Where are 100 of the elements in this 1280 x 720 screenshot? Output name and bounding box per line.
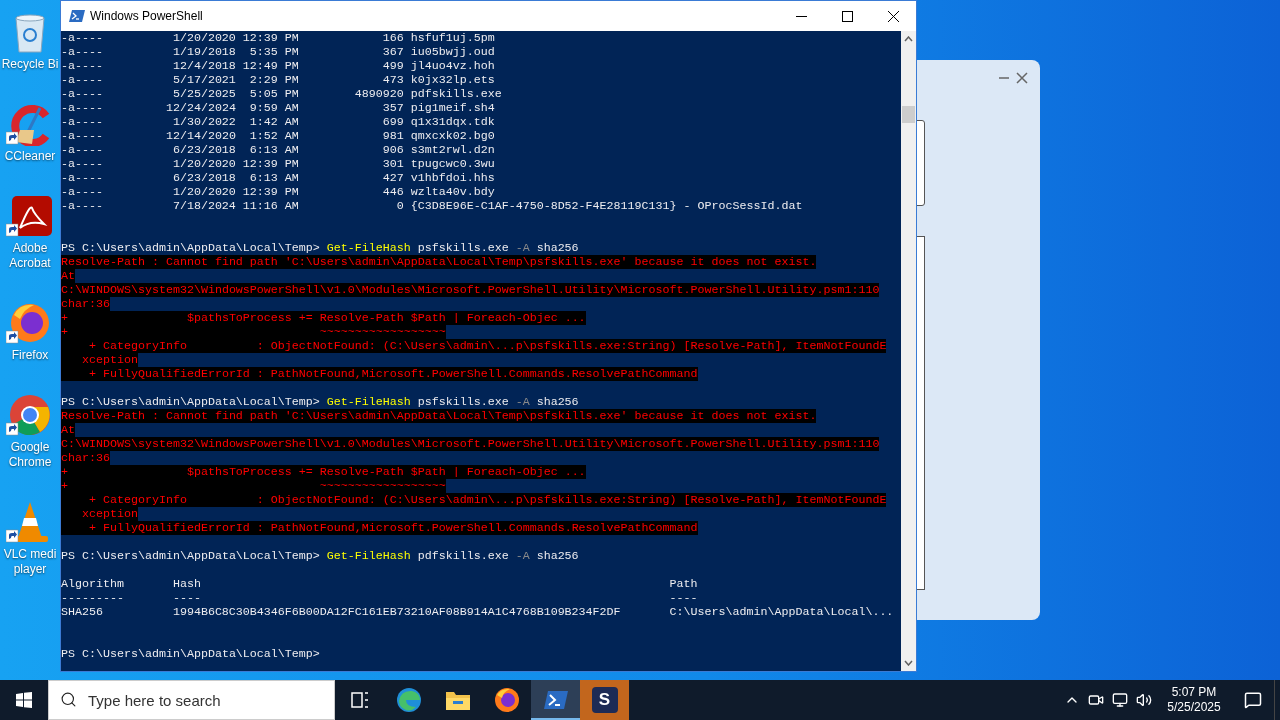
command-name: Get-FileHash [326,549,411,563]
file-size: 301 [382,157,404,171]
file-time: 1:42 AM [249,115,299,129]
argument-text: pdfskills.exe [417,549,509,563]
pdf-icon[interactable] [6,194,54,238]
argument-text: sha256 [536,241,579,255]
scroll-up-icon[interactable] [904,36,913,42]
file-date: 1/20/2020 [172,185,236,199]
file-time: 12:39 PM [242,157,299,171]
file-mode: -a---- [61,101,103,115]
table-cell: 1994B6C8C30B4346F6B00DA12FC161EB73210AF08B914A1C4768B109B234F2DF [172,605,621,619]
file-mode: -a---- [61,143,103,157]
file-date: 5/17/2021 [172,73,236,87]
file-time: 5:05 PM [249,87,299,101]
camera-icon[interactable] [1088,692,1104,708]
command-name: Get-FileHash [326,395,411,409]
file-mode: -a---- [61,73,103,87]
file-size: 981 [382,129,404,143]
scroll-down-icon[interactable] [904,660,913,666]
file-size: 699 [382,115,404,129]
file-size: 166 [382,31,404,45]
error-text: + $pathsToProcess += Resolve-Path $Path | Foreach-Objec ... [61,311,586,325]
table-cell: Hash [172,577,201,591]
file-name: hsfuf1uj.5pm [410,31,495,45]
desktop-icon-label: Adobe Acrobat [8,241,52,271]
argument-text: sha256 [536,549,579,563]
table-cell: Algorithm [61,577,124,591]
file-name: iu05bwjj.oud [410,45,495,59]
window-title: Windows PowerShell [90,8,203,25]
table-cell: --------- [61,591,124,605]
scrollbar[interactable] [901,31,916,671]
task-view-icon [349,691,370,709]
windows-logo-icon [16,692,32,708]
file-date: 1/30/2022 [172,115,236,129]
error-text: + CategoryInfo : ObjectNotFound: (C:\Users\admin\...p\psfskills.exe:String) [Resolve-Path], ItemNotFoundE [61,339,887,353]
close-icon[interactable] [1016,72,1028,84]
file-time: 9:59 AM [249,101,299,115]
search-field[interactable]: Type here to search [48,680,335,720]
volume-icon[interactable] [1136,692,1152,708]
desktop-icon-label: CCleaner [3,149,57,164]
file-size: 906 [382,143,404,157]
file-date: 1/20/2020 [172,31,236,45]
file-name: v1hbfdoi.hhs [410,171,495,185]
maximize-icon [841,10,853,22]
file-name: qmxcxk02.bg0 [410,129,495,143]
file-date: 5/25/2025 [172,87,236,101]
file-time: 5:35 PM [249,45,299,59]
parameter-text: -A [515,395,530,409]
parameter-text: -A [515,241,530,255]
file-time: 1:52 AM [249,129,299,143]
file-mode: -a---- [61,171,103,185]
desktop-icon-label: VLC medi player [2,547,58,577]
error-text: + ~~~~~~~~~~~~~~~~~~ [61,479,446,493]
error-text: + $pathsToProcess += Resolve-Path $Path | Foreach-Objec ... [61,465,586,479]
file-name: {C3D8E96E-C1AF-4750-8D52-F4E28119C131} - OProcSessId.dat [410,199,803,213]
network-icon[interactable] [1112,692,1128,708]
table-cell: ---- [172,591,201,605]
file-name: s3mt2rwl.d2n [410,143,495,157]
argument-text: psfskills.exe [417,241,509,255]
file-date: 12/4/2018 [172,59,236,73]
error-text: char:36 [61,451,110,465]
table-cell: ---- [669,591,698,605]
error-text: Resolve-Path : Cannot find path 'C:\Users\admin\AppData\Local\Temp\psfskills.exe' because it does not exist. [61,255,817,269]
file-name: q1x31dqx.tdk [410,115,495,129]
file-time: 2:29 PM [249,73,299,87]
search-icon [60,691,77,708]
file-mode: -a---- [61,45,103,59]
file-date: 6/23/2018 [172,143,236,157]
file-mode: -a---- [61,87,103,101]
file-date: 1/20/2020 [172,157,236,171]
powershell-icon [69,9,85,23]
file-date: 6/23/2018 [172,171,236,185]
file-size: 473 [382,73,404,87]
error-text: C:\WINDOWS\system32\WindowsPowerShell\v1.0\Modules\Microsoft.PowerShell.Utility\Microsoft.PowerShell.Utility.psm1:110 [61,283,880,297]
file-date: 1/19/2018 [172,45,236,59]
notification-icon[interactable] [1244,691,1262,709]
file-size: 446 [382,185,404,199]
file-mode: -a---- [61,59,103,73]
taskbar-app-button[interactable]: S [580,680,629,720]
file-mode: -a---- [61,199,103,213]
file-date: 12/24/2024 [165,101,236,115]
clock[interactable]: 5:07 PM 5/25/2025 [1156,680,1232,720]
table-cell: Path [669,577,698,591]
error-text: At [61,269,75,283]
file-mode: -a---- [61,185,103,199]
prompt-text: PS C:\Users\admin\AppData\Local\Temp> [61,549,320,563]
scrollbar-thumb[interactable] [902,106,915,123]
desktop-icon-label: Google Chrome [7,440,53,470]
close-icon [887,10,899,22]
file-name: k0jx32lp.ets [410,73,495,87]
error-text: Resolve-Path : Cannot find path 'C:\Users\admin\AppData\Local\Temp\psfskills.exe' because it does not exist. [61,409,817,423]
desktop-icon-label: Recycle Bi [0,57,60,72]
prompt-text: PS C:\Users\admin\AppData\Local\Temp> [61,395,320,409]
powershell-icon [542,689,569,711]
argument-text: psfskills.exe [417,395,509,409]
file-name: jl4uo4vz.hoh [410,59,495,73]
command-name: Get-FileHash [326,241,411,255]
file-name: pdfskills.exe [410,87,502,101]
error-text: C:\WINDOWS\system32\WindowsPowerShell\v1.0\Modules\Microsoft.PowerShell.Utility\Microsoft.PowerShell.Utility.psm1:110 [61,437,880,451]
file-name: tpugcwc0.3wu [410,157,495,171]
